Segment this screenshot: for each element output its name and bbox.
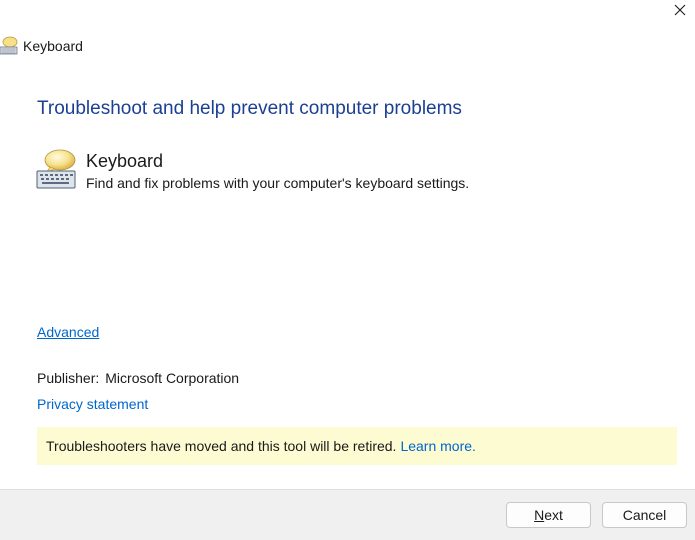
learn-more-link[interactable]: Learn more. [400,438,475,454]
keyboard-troubleshooter-icon [36,149,76,189]
troubleshooter-window: Keyboard Troubleshoot and help prevent c… [0,0,695,540]
next-label-rest: ext [544,507,563,523]
privacy-statement-link[interactable]: Privacy statement [37,396,148,412]
troubleshooter-entry: Keyboard Find and fix problems with your… [36,148,469,192]
next-accelerator: N [534,507,545,523]
next-button[interactable]: Next [506,502,591,528]
close-icon [674,4,686,16]
cancel-button[interactable]: Cancel [602,502,687,528]
title-bar: Keyboard [0,34,83,58]
window-title: Keyboard [23,38,83,54]
close-button[interactable] [665,0,695,20]
troubleshooter-name: Keyboard [86,151,164,171]
publisher-label: Publisher: [37,370,100,386]
footer-bar: Next Cancel [0,489,695,540]
page-heading: Troubleshoot and help prevent computer p… [37,98,462,119]
troubleshooter-description: Find and fix problems with your computer… [86,175,470,191]
keyboard-icon [0,36,18,55]
advanced-link[interactable]: Advanced [37,324,99,340]
retirement-notice: Troubleshooters have moved and this tool… [37,427,677,465]
publisher-info: Publisher: Microsoft Corporation [37,370,239,386]
notice-text: Troubleshooters have moved and this tool… [46,438,397,454]
publisher-value: Microsoft Corporation [105,370,240,386]
